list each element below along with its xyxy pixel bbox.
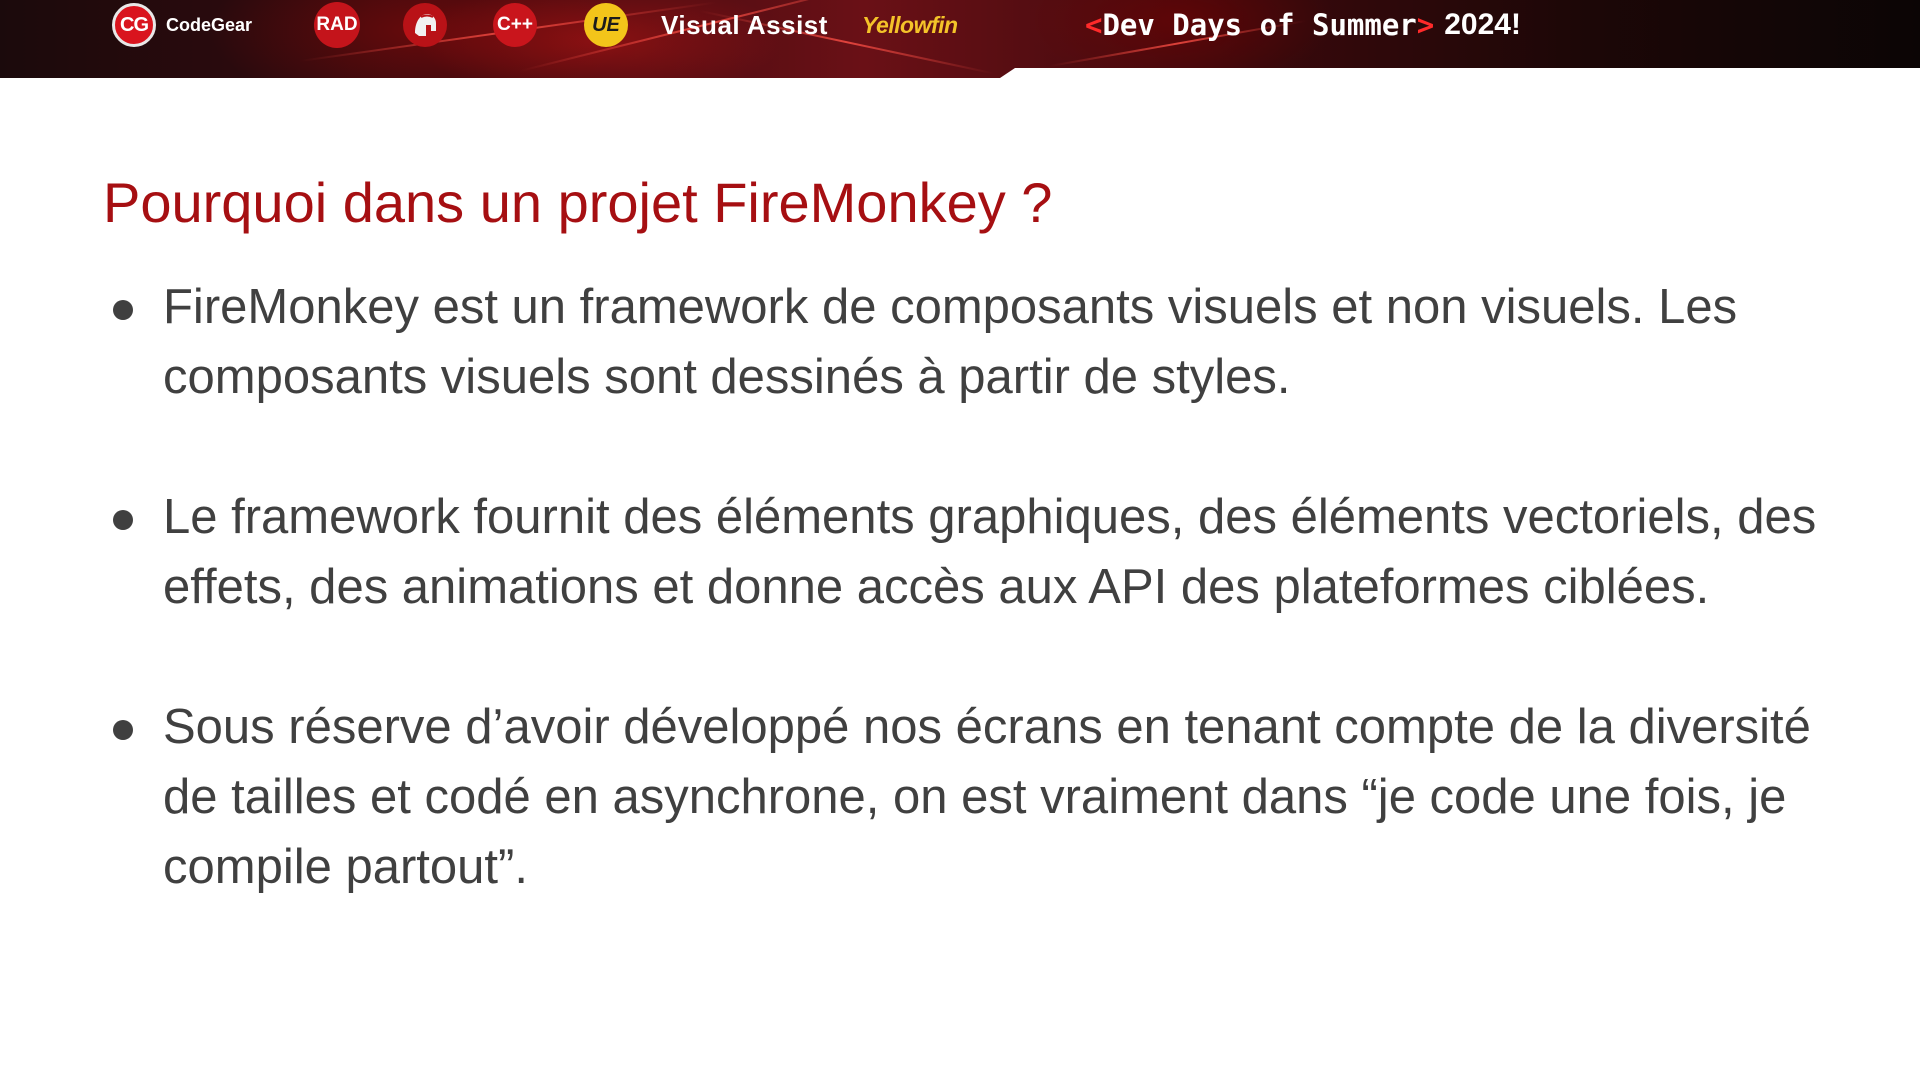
codegear-logo: CG CodeGear bbox=[112, 0, 252, 50]
bullet-dot-icon bbox=[113, 300, 133, 320]
bullet-text: FireMonkey est un framework de composant… bbox=[163, 280, 1738, 404]
bullet-dot-icon bbox=[113, 510, 133, 530]
rad-label: RAD bbox=[316, 14, 358, 35]
event-title: < Dev Days of Summer > 2024! bbox=[1085, 0, 1521, 50]
ue-logo: UE bbox=[584, 0, 628, 50]
helmet-logo bbox=[403, 0, 447, 50]
spartan-helmet-icon bbox=[403, 3, 447, 47]
bullet-item: Sous réserve d’avoir développé nos écran… bbox=[103, 692, 1843, 902]
bullet-item: FireMonkey est un framework de composant… bbox=[103, 272, 1843, 412]
event-year: 2024! bbox=[1444, 8, 1521, 41]
spartan-helmet-svg bbox=[415, 14, 436, 36]
yellowfin-label: Yellowfin bbox=[862, 11, 958, 38]
event-bracket-open: < bbox=[1085, 8, 1103, 42]
cpp-label: C++ bbox=[497, 14, 533, 35]
cpp-logo-icon: C++ bbox=[493, 3, 537, 47]
bullet-item: Le framework fournit des éléments graphi… bbox=[103, 482, 1843, 622]
rad-logo-icon: RAD bbox=[314, 2, 360, 48]
slide-title: Pourquoi dans un projet FireMonkey ? bbox=[103, 171, 1053, 234]
ue-logo-icon: UE bbox=[584, 3, 628, 47]
bullet-text: Le framework fournit des éléments graphi… bbox=[163, 490, 1817, 614]
header-banner: CG CodeGear RAD C++ UE Visual Assist Yel… bbox=[0, 0, 1920, 78]
bullet-dot-icon bbox=[113, 720, 133, 740]
ue-label: UE bbox=[592, 13, 620, 36]
codegear-label: CodeGear bbox=[166, 14, 253, 35]
bullet-text: Sous réserve d’avoir développé nos écran… bbox=[163, 700, 1811, 894]
cpp-logo: C++ bbox=[493, 0, 537, 50]
event-bracket-close: > bbox=[1416, 8, 1435, 42]
visual-assist-logo: Visual Assist bbox=[661, 0, 828, 50]
bullet-list: FireMonkey est un framework de composant… bbox=[103, 272, 1843, 972]
rad-logo: RAD bbox=[314, 0, 360, 50]
yellowfin-logo: Yellowfin bbox=[862, 0, 958, 50]
visual-assist-label: Visual Assist bbox=[661, 9, 828, 40]
codegear-badge-text: CG bbox=[120, 13, 149, 36]
codegear-logo-icon: CG bbox=[112, 3, 156, 47]
event-name: Dev Days of Summer bbox=[1102, 8, 1417, 42]
